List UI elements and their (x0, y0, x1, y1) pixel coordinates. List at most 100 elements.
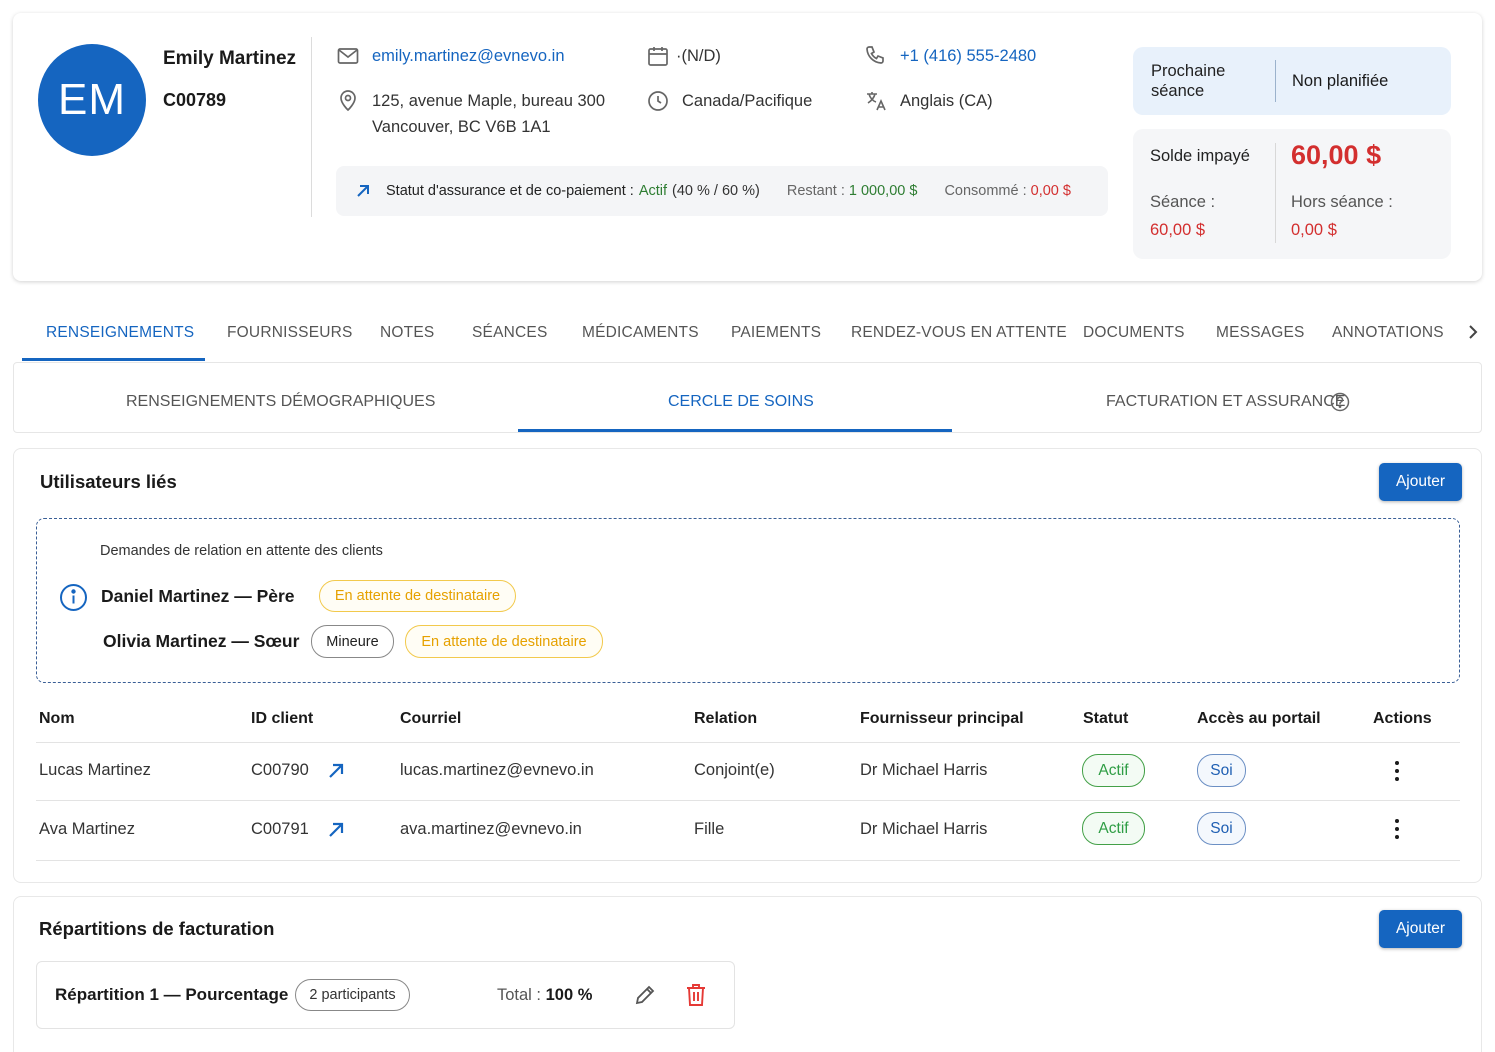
address-row: 125, avenue Maple, bureau 300 (336, 89, 605, 113)
client-phone-link[interactable]: +1 (416) 555-2480 (900, 47, 1036, 66)
billing-splits-title: Répartitions de facturation (39, 918, 275, 939)
chevron-right-icon[interactable] (1466, 324, 1480, 340)
avatar: EM (38, 44, 146, 156)
subtab-care-circle[interactable]: CERCLE DE SOINS (668, 393, 814, 411)
linked-user-email: lucas.martinez@evnevo.in (400, 761, 594, 779)
linked-users-title: Utilisateurs liés (40, 471, 177, 492)
status-badge: Actif (1082, 812, 1145, 845)
client-email-link[interactable]: emily.martinez@evnevo.in (372, 47, 565, 66)
column-header: Accès au portail (1197, 710, 1321, 727)
client-id: C00789 (163, 90, 227, 110)
sub-tab-bar: RENSEIGNEMENTS DÉMOGRAPHIQUES CERCLE DE … (13, 362, 1482, 433)
pending-status-badge: En attente de destinataire (405, 625, 603, 658)
insurance-status-bar[interactable]: Statut d'assurance et de co-paiement : A… (336, 166, 1108, 216)
main-tab-bar: RENSEIGNEMENTS FOURNISSEURS NOTES SÉANCE… (0, 305, 1495, 362)
column-header: Courriel (400, 710, 462, 727)
tab-medicaments[interactable]: MÉDICAMENTS (582, 324, 699, 342)
linked-user-email: ava.martinez@evnevo.in (400, 820, 582, 838)
help-circle-icon[interactable] (1330, 392, 1350, 412)
open-external-icon[interactable] (326, 820, 346, 840)
column-header: Actions (1373, 710, 1432, 727)
tab-annotations[interactable]: ANNOTATIONS (1332, 324, 1444, 342)
table-divider (36, 742, 1460, 743)
remaining-value: 1 000,00 $ (848, 183, 918, 199)
column-header: ID client (251, 710, 314, 727)
balance-divider (1275, 143, 1276, 243)
balance-value: 60,00 $ (1291, 140, 1382, 170)
calendar-icon (648, 47, 668, 66)
off-session-balance-label: Hors séance : (1291, 193, 1393, 211)
subtab-demographics[interactable]: RENSEIGNEMENTS DÉMOGRAPHIQUES (126, 393, 435, 411)
client-header-card: EM Emily Martinez C00789 emily.martinez@… (13, 13, 1482, 281)
tab-seances[interactable]: SÉANCES (472, 324, 547, 342)
header-divider (311, 37, 312, 217)
table-divider (36, 860, 1460, 861)
email-row: emily.martinez@evnevo.in (336, 44, 565, 68)
portal-access-badge: Soi (1197, 812, 1246, 845)
pending-requests-title: Demandes de relation en attente des clie… (100, 543, 383, 559)
open-external-icon[interactable] (326, 761, 346, 781)
consumed-label: Consommé : (944, 183, 1027, 199)
tab-rendez-vous[interactable]: RENDEZ-VOUS EN ATTENTE (851, 324, 1067, 342)
column-header: Fournisseur principal (860, 710, 1024, 727)
billing-split-item: Répartition 1 — Pourcentage 2 participan… (36, 961, 735, 1029)
balance-label: Solde impayé (1150, 147, 1250, 165)
linked-user-name: Lucas Martinez (39, 761, 151, 779)
linked-user-id: C00790 (251, 761, 309, 779)
address-line-1: 125, avenue Maple, bureau 300 (372, 91, 606, 110)
column-header: Statut (1083, 710, 1129, 727)
tab-documents[interactable]: DOCUMENTS (1083, 324, 1185, 342)
clock-icon (648, 91, 668, 111)
timezone: Canada/Pacifique (682, 91, 813, 110)
portal-access-badge: Soi (1197, 754, 1246, 787)
phone-icon (866, 46, 884, 64)
client-name: Emily Martinez (163, 48, 297, 69)
location-pin-icon (340, 90, 356, 112)
address-line-2: Vancouver, BC V6B 1A1 (372, 118, 551, 136)
pending-request-name: Olivia Martinez — Sœur (103, 631, 300, 651)
pending-status-badge: En attente de destinataire (319, 580, 516, 612)
linked-user-name: Ava Martinez (39, 820, 135, 838)
edit-pencil-icon[interactable] (633, 983, 657, 1007)
split-total: Total : 100 % (497, 986, 592, 1005)
tab-notes[interactable]: NOTES (380, 324, 434, 342)
linked-user-provider: Dr Michael Harris (860, 820, 988, 838)
open-external-icon[interactable] (354, 182, 372, 200)
subtab-billing-insurance[interactable]: FACTURATION ET ASSURANCE (1106, 393, 1345, 411)
language-row: Anglais (CA) (864, 89, 993, 113)
off-session-balance-value: 0,00 $ (1291, 221, 1337, 239)
mail-icon (337, 48, 359, 64)
column-header: Nom (39, 710, 75, 727)
delete-trash-icon[interactable] (684, 982, 708, 1008)
billing-split-name: Répartition 1 — Pourcentage (55, 985, 289, 1004)
tab-messages[interactable]: MESSAGES (1216, 324, 1305, 342)
next-session-box: Prochaine séance Non planifiée (1133, 47, 1451, 115)
date-of-birth: ·(N/D) (676, 46, 721, 65)
column-header: Relation (694, 710, 758, 727)
tab-fournisseurs[interactable]: FOURNISSEURS (227, 324, 353, 342)
linked-user-provider: Dr Michael Harris (860, 761, 988, 779)
participants-badge: 2 participants (295, 979, 410, 1011)
linked-user-relation: Conjoint(e) (694, 761, 775, 779)
add-billing-split-button[interactable]: Ajouter (1379, 910, 1462, 948)
table-divider (36, 800, 1460, 801)
remaining-label: Restant : (786, 183, 845, 199)
insurance-label: Statut d'assurance et de co-paiement : (386, 183, 634, 199)
add-linked-user-button[interactable]: Ajouter (1379, 463, 1462, 501)
consumed-value: 0,00 $ (1030, 183, 1071, 199)
next-session-value: Non planifiée (1292, 71, 1389, 90)
session-balance-value: 60,00 $ (1150, 221, 1206, 239)
pending-request-name: Daniel Martinez — Père (101, 586, 295, 606)
info-icon (60, 584, 87, 611)
row-actions-menu-icon[interactable] (1394, 761, 1400, 781)
language: Anglais (CA) (900, 91, 993, 110)
row-actions-menu-icon[interactable] (1394, 819, 1400, 839)
tab-paiements[interactable]: PAIEMENTS (731, 324, 821, 342)
session-balance-label: Séance : (1150, 193, 1216, 211)
tab-renseignements[interactable]: RENSEIGNEMENTS (46, 324, 194, 342)
insurance-ratio: (40 % / 60 %) (672, 183, 760, 199)
balance-box: Solde impayé 60,00 $ Séance : 60,00 $ Ho… (1133, 129, 1451, 259)
linked-user-id: C00791 (251, 820, 309, 838)
next-session-label: Prochaine séance (1151, 62, 1226, 100)
timezone-row: Canada/Pacifique (646, 89, 812, 113)
